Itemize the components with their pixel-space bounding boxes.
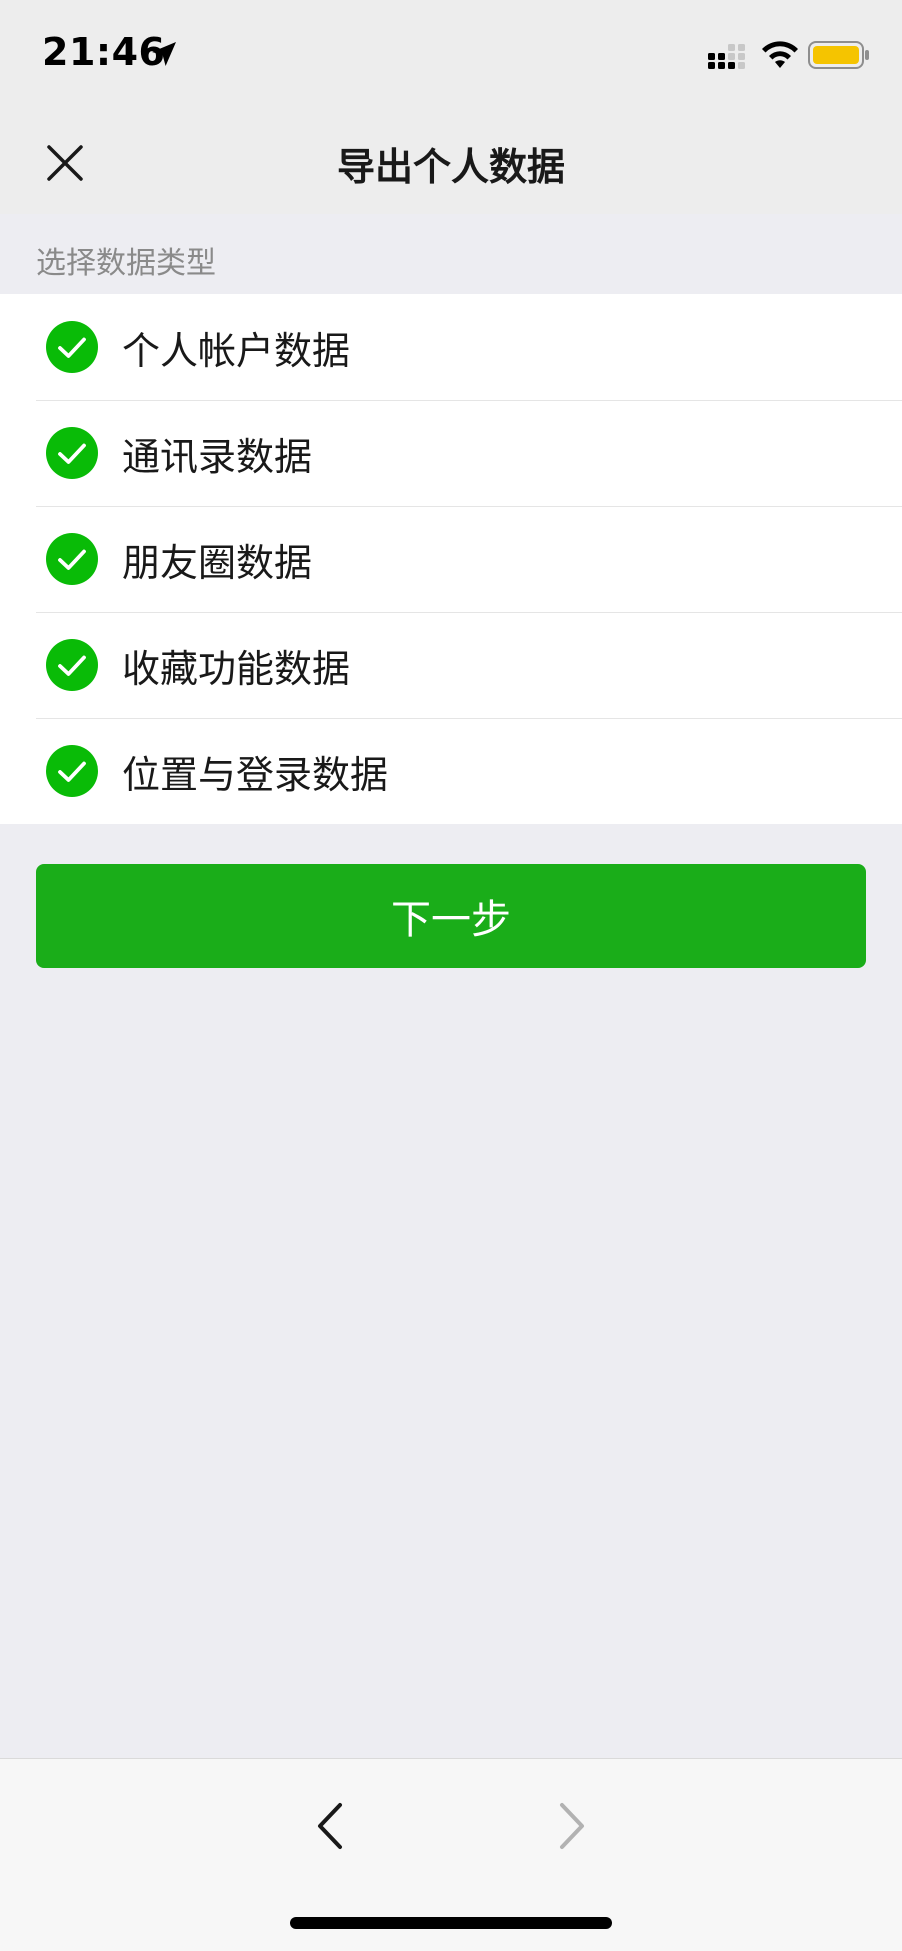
status-bar: 21:46 xyxy=(0,0,902,108)
chevron-right-icon[interactable] xyxy=(552,1799,592,1853)
option-favorites-data[interactable]: 收藏功能数据 xyxy=(0,612,902,718)
check-circle-icon xyxy=(46,533,98,585)
check-circle-icon xyxy=(46,745,98,797)
page-title: 导出个人数据 xyxy=(336,145,565,189)
chevron-left-icon[interactable] xyxy=(310,1799,350,1853)
option-label: 朋友圈数据 xyxy=(122,540,313,585)
section-header: 选择数据类型 xyxy=(36,246,216,281)
option-contacts-data[interactable]: 通讯录数据 xyxy=(0,400,902,506)
option-location-login-data[interactable]: 位置与登录数据 xyxy=(0,718,902,824)
option-label: 个人帐户数据 xyxy=(122,328,351,373)
option-label: 通讯录数据 xyxy=(122,434,313,479)
cellular-signal-icon xyxy=(708,44,745,69)
home-indicator xyxy=(290,1917,612,1929)
battery-icon xyxy=(808,41,869,69)
status-time: 21:46 xyxy=(42,30,166,74)
check-circle-icon xyxy=(46,427,98,479)
check-circle-icon xyxy=(46,639,98,691)
data-type-list: 个人帐户数据 通讯录数据 朋友圈数据 收藏功能数据 位置与登录数据 xyxy=(0,294,902,824)
bottom-toolbar xyxy=(0,1758,902,1951)
nav-bar: 导出个人数据 xyxy=(0,108,902,214)
option-label: 位置与登录数据 xyxy=(122,752,389,797)
check-circle-icon xyxy=(46,321,98,373)
option-account-data[interactable]: 个人帐户数据 xyxy=(0,294,902,400)
option-label: 收藏功能数据 xyxy=(122,646,351,691)
wifi-icon xyxy=(762,41,798,68)
next-step-button[interactable]: 下一步 xyxy=(36,864,866,968)
location-arrow-icon xyxy=(152,42,176,66)
option-moments-data[interactable]: 朋友圈数据 xyxy=(0,506,902,612)
